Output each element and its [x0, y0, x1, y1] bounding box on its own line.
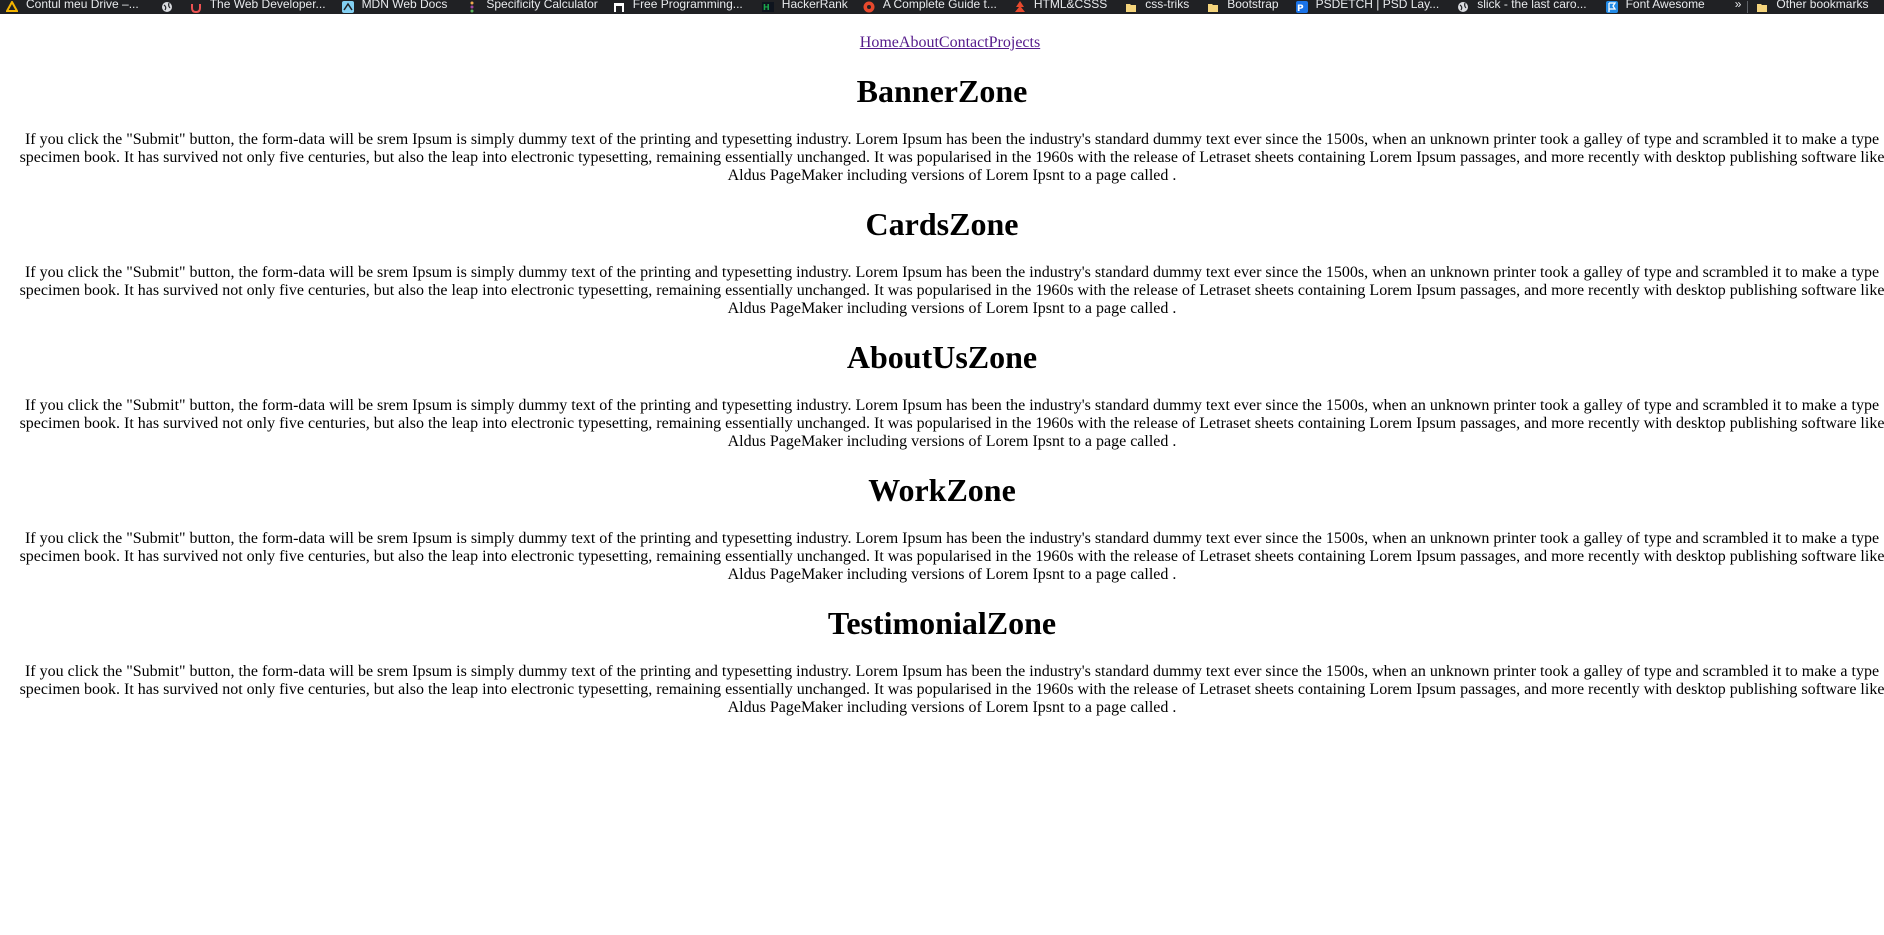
bookmark-font-awesome[interactable]: Font Awesome: [1605, 0, 1705, 14]
nav-link-home[interactable]: Home: [860, 34, 899, 51]
section-title: AboutUsZone: [846, 339, 1038, 375]
bookmark-html-css[interactable]: HTML&CSSS: [1014, 0, 1107, 14]
bookmarks-overflow-button[interactable]: »: [1735, 0, 1742, 14]
globe-icon: [161, 1, 173, 13]
chevron-double-right-icon: »: [1734, 0, 1742, 11]
nav-link-about[interactable]: About: [899, 34, 939, 51]
bookmark-folder-css-triks[interactable]: css-triks: [1125, 0, 1189, 14]
section-title: BannerZone: [856, 73, 1028, 109]
bookmark-label: css-triks: [1145, 0, 1190, 11]
section-work-zone: WorkZone If you click the "Submit" butto…: [0, 472, 1884, 584]
section-cards-zone: CardsZone If you click the "Submit" butt…: [0, 206, 1884, 318]
bookmark-specificity[interactable]: Specificity Calculator: [466, 0, 598, 14]
udemy-icon: [190, 1, 202, 14]
bookmark-google-drive[interactable]: Contul meu Drive –...: [5, 0, 139, 14]
tree-icon: [1014, 1, 1026, 13]
section-text: If you click the "Submit" button, the fo…: [19, 397, 1884, 450]
globe-icon: [1457, 1, 1469, 13]
svg-text:P: P: [1297, 4, 1304, 13]
bookmark-folder-bootstrap[interactable]: Bootstrap: [1207, 0, 1279, 14]
section-title: TestimonialZone: [827, 605, 1057, 641]
bookmark-label: Font Awesome: [1625, 0, 1705, 11]
bookmark-other-bookmarks[interactable]: Other bookmarks: [1756, 0, 1868, 14]
bookmark-label: MDN Web Docs: [361, 0, 448, 11]
bookmark-complete-guide[interactable]: A Complete Guide t...: [863, 0, 997, 14]
google-drive-icon: [5, 0, 19, 13]
page-content: HomeAboutContactProjects BannerZone If y…: [0, 14, 1884, 717]
bookmark-label: Contul meu Drive –...: [26, 0, 139, 11]
nav-link-projects[interactable]: Projects: [989, 34, 1041, 51]
bookmark-label: A Complete Guide t...: [882, 0, 997, 11]
nav-link-contact[interactable]: Contact: [939, 34, 989, 51]
folder-icon: [1207, 1, 1219, 13]
css-tricks-icon: [863, 1, 875, 13]
bookmark-label: HackerRank: [781, 0, 848, 11]
section-text: If you click the "Submit" button, the fo…: [19, 131, 1884, 184]
bookmark-free-programming[interactable]: Free Programming...: [613, 0, 743, 14]
folder-icon: [1756, 1, 1768, 13]
bookmark-mdn[interactable]: MDN Web Docs: [341, 0, 448, 14]
section-banner-zone: BannerZone If you click the "Submit" but…: [0, 73, 1884, 185]
bookmark-label: HTML&CSSS: [1033, 0, 1108, 11]
freecodecamp-icon: [613, 1, 625, 13]
svg-text:H: H: [763, 3, 770, 12]
bookmark-label: slick - the last caro...: [1477, 0, 1587, 11]
section-title: WorkZone: [868, 472, 1016, 508]
bookmark-label: Specificity Calculator: [486, 0, 598, 11]
bookmarks-separator: [1747, 1, 1749, 13]
bookmarks-bar: Contul meu Drive –... The Web Developer.…: [0, 0, 1884, 14]
section-about-us-zone: AboutUsZone If you click the "Submit" bu…: [0, 339, 1884, 451]
specificity-icon: [466, 1, 478, 13]
bookmark-label: Bootstrap: [1227, 0, 1279, 11]
section-text: If you click the "Submit" button, the fo…: [19, 530, 1884, 583]
section-text: If you click the "Submit" button, the fo…: [19, 663, 1884, 716]
hackerrank-icon: H: [761, 1, 774, 13]
bookmark-slick[interactable]: slick - the last caro...: [1457, 0, 1587, 14]
top-nav: HomeAboutContactProjects: [0, 34, 1884, 52]
bookmark-label: Other bookmarks: [1776, 0, 1869, 11]
bookmark-psdetch[interactable]: P PSDETCH | PSD Lay...: [1295, 0, 1440, 14]
section-text: If you click the "Submit" button, the fo…: [19, 264, 1884, 317]
bookmark-hackerrank[interactable]: H HackerRank: [761, 0, 848, 14]
flag-icon: [1605, 1, 1618, 13]
bookmark-web-developer[interactable]: The Web Developer...: [190, 0, 326, 14]
psdetch-icon: P: [1295, 1, 1308, 14]
section-testimonial-zone: TestimonialZone If you click the "Submit…: [0, 605, 1884, 717]
mdn-icon: [341, 1, 354, 13]
folder-icon: [1125, 1, 1137, 13]
bookmark-label: The Web Developer...: [209, 0, 326, 11]
section-title: CardsZone: [865, 206, 1019, 242]
bookmark-globe[interactable]: [161, 0, 173, 14]
bookmark-label: Free Programming...: [632, 0, 743, 11]
bookmark-label: PSDETCH | PSD Lay...: [1315, 0, 1440, 11]
